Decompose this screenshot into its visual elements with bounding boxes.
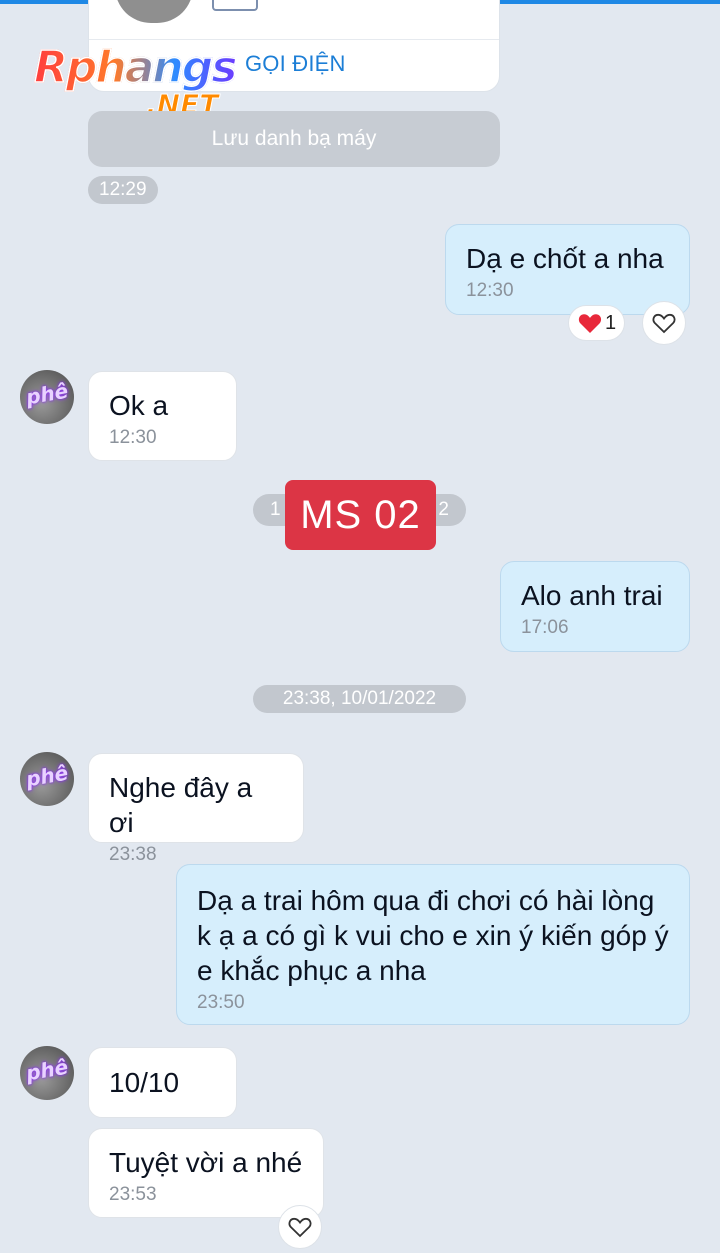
avatar-label: phê [24, 378, 70, 410]
heart-filled-icon [577, 312, 603, 334]
time-divider-text-right: 2 [438, 499, 449, 520]
reaction-count: 1 [605, 311, 617, 334]
message-text: Nghe đây a ơi [109, 772, 253, 838]
message-time: 23:53 [109, 1184, 157, 1205]
message-time: 12:30 [109, 427, 157, 448]
reaction-summary[interactable]: 1 [568, 305, 626, 341]
message-bubble-outgoing[interactable]: Dạ e chốt a nha 12:30 [445, 224, 690, 315]
message-text: Alo anh trai [521, 580, 663, 611]
avatar-label: phê [24, 760, 70, 792]
contact-card-icon [212, 0, 258, 11]
message-text: Ok a [109, 390, 169, 421]
message-bubble-incoming[interactable]: 10/10 [88, 1047, 237, 1118]
message-text: Tuyệt vời a nhé [109, 1147, 303, 1178]
date-divider: 23:38, 10/01/2022 [253, 685, 466, 713]
contact-avatar [115, 0, 193, 23]
react-button[interactable] [278, 1205, 322, 1249]
sender-avatar[interactable]: phê [20, 1046, 74, 1100]
message-text: 10/10 [109, 1067, 180, 1098]
heart-outline-icon [652, 312, 676, 334]
time-divider: 12:29 [88, 176, 158, 204]
message-time: 17:06 [521, 617, 569, 638]
message-bubble-outgoing[interactable]: Alo anh trai 17:06 [500, 561, 690, 652]
message-time: 23:50 [197, 992, 245, 1013]
message-text: Dạ e chốt a nha [466, 243, 664, 274]
logo-main-text: Rphangs [33, 41, 238, 94]
sender-avatar[interactable]: phê [20, 752, 74, 806]
message-time: 12:30 [466, 280, 514, 301]
avatar-label: phê [24, 1054, 70, 1086]
message-bubble-incoming[interactable]: Ok a 12:30 [88, 371, 237, 461]
save-contact-button[interactable]: Lưu danh bạ máy [88, 111, 500, 167]
time-divider-text-left: 1 [270, 499, 281, 520]
ms-badge: MS 02 [285, 480, 436, 550]
contact-card-divider [89, 39, 499, 40]
heart-outline-icon [288, 1216, 312, 1238]
message-time: 23:38 [109, 844, 157, 865]
message-text: Dạ a trai hôm qua đi chơi có hài lòng k … [197, 885, 669, 986]
message-bubble-incoming[interactable]: Tuyệt vời a nhé 23:53 [88, 1128, 324, 1218]
react-button[interactable] [642, 301, 686, 345]
message-bubble-incoming[interactable]: Nghe đây a ơi 23:38 [88, 753, 304, 865]
message-bubble-outgoing[interactable]: Dạ a trai hôm qua đi chơi có hài lòng k … [176, 864, 690, 1025]
sender-avatar[interactable]: phê [20, 370, 74, 424]
